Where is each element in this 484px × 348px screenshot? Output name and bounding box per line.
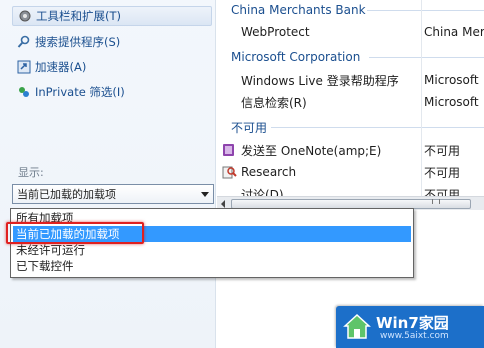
- gear-icon: [17, 8, 33, 24]
- search-icon: [16, 34, 32, 50]
- list-item[interactable]: 信息检索(R) Microsoft: [217, 91, 484, 113]
- addon-types-pane: 工具栏和扩展(T) 搜索提供程序(S) 加速器(A) InPrivate 筛选(…: [0, 0, 216, 348]
- list-item[interactable]: 发送至 OneNote(amp;E) 不可用: [217, 139, 484, 161]
- sidebar-item-label: 工具栏和扩展(T): [36, 9, 121, 23]
- group-divider: [367, 10, 484, 11]
- house-logo-icon: [342, 311, 372, 341]
- show-filter-dropdown: 所有加载项 当前已加载的加载项 未经许可运行 已下载控件: [10, 208, 414, 278]
- sidebar-item-inprivate-filtering[interactable]: InPrivate 筛选(I): [12, 82, 212, 102]
- watermark-url: www.5aixt.com: [380, 331, 449, 341]
- addon-name: Research: [241, 165, 297, 179]
- list-item[interactable]: Windows Live 登录帮助程序 Microsoft: [217, 69, 484, 91]
- dropdown-option[interactable]: 所有加载项: [13, 210, 411, 226]
- sidebar-item-toolbars-extensions[interactable]: 工具栏和扩展(T): [12, 6, 212, 26]
- sidebar-item-label: InPrivate 筛选(I): [35, 85, 125, 99]
- addons-list: China Merchants Bank WebProtect China Me…: [217, 0, 484, 200]
- scroll-grip-icon: [432, 199, 440, 204]
- addon-publisher: Microsoft: [424, 73, 479, 87]
- group-name: China Merchants Bank: [231, 3, 366, 17]
- group-header: China Merchants Bank: [217, 0, 484, 20]
- addon-status: 不可用: [424, 165, 461, 180]
- research-icon: [221, 164, 237, 180]
- dropdown-option[interactable]: 已下载控件: [13, 258, 411, 274]
- dropdown-option[interactable]: 未经许可运行: [13, 242, 411, 258]
- accelerator-icon: [16, 59, 32, 75]
- group-divider: [271, 127, 484, 128]
- addon-publisher: Microsoft: [424, 95, 479, 109]
- sidebar-item-accelerators[interactable]: 加速器(A): [12, 57, 212, 77]
- group-header: 不可用: [217, 117, 484, 137]
- onenote-icon: [221, 142, 237, 158]
- site-watermark: Win7家园 www.5aixt.com: [336, 306, 484, 348]
- group-name: 不可用: [231, 120, 268, 135]
- show-filter-value: 当前已加载的加载项: [17, 188, 116, 201]
- list-item[interactable]: WebProtect China Mer: [217, 21, 484, 43]
- group-name: Microsoft Corporation: [231, 50, 361, 64]
- watermark-name: Win7家园: [376, 314, 449, 332]
- sidebar-item-search-providers[interactable]: 搜索提供程序(S): [12, 32, 212, 52]
- column-separator: [421, 0, 422, 200]
- addon-name: 信息检索(R): [241, 95, 307, 110]
- sidebar-item-label: 搜索提供程序(S): [35, 35, 121, 49]
- addon-name: Windows Live 登录帮助程序: [241, 73, 399, 88]
- addon-publisher: China Mer: [424, 25, 484, 39]
- list-item[interactable]: Research 不可用: [217, 161, 484, 183]
- sidebar-item-label: 加速器(A): [35, 60, 87, 74]
- addon-name: 发送至 OneNote(amp;E): [241, 143, 382, 158]
- addon-name: WebProtect: [241, 25, 310, 39]
- addon-status: 不可用: [424, 143, 461, 158]
- group-header: Microsoft Corporation: [217, 47, 484, 67]
- show-label: 显示:: [18, 166, 44, 179]
- show-filter-select[interactable]: 当前已加载的加载项: [12, 184, 214, 204]
- inprivate-icon: [16, 84, 32, 100]
- group-divider: [369, 57, 484, 58]
- dropdown-option-highlighted[interactable]: 当前已加载的加载项: [13, 226, 411, 242]
- scroll-left-icon[interactable]: [221, 200, 225, 208]
- chevron-down-icon[interactable]: [201, 192, 209, 197]
